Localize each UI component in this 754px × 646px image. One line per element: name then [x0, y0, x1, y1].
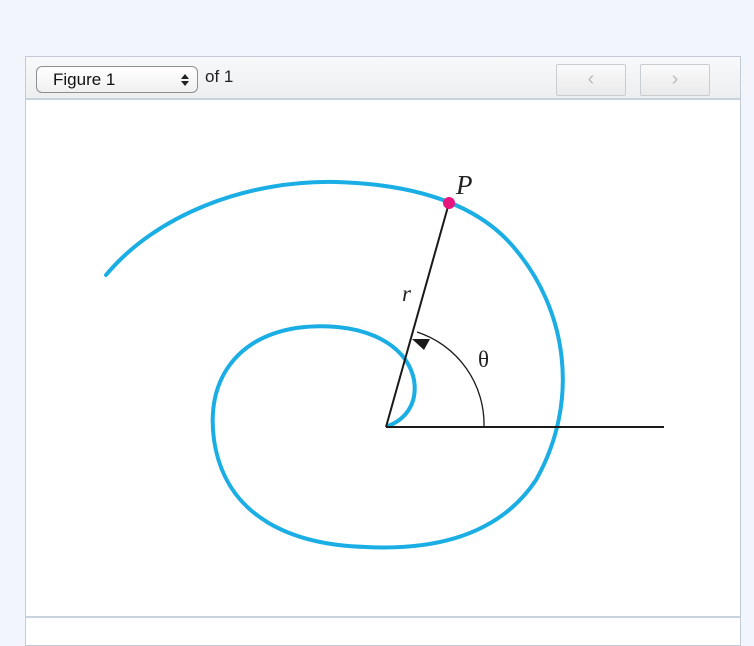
angle-theta-label: θ [478, 347, 489, 372]
chevron-left-icon: ‹ [587, 68, 595, 90]
angle-arc [416, 331, 485, 428]
figure-select[interactable]: Figure 1 [36, 66, 198, 93]
figure-viewer: Figure 1 of 1 ‹ › P r θ [25, 56, 741, 646]
previous-figure-button[interactable]: ‹ [556, 64, 626, 96]
point-p-label: P [455, 170, 473, 200]
point-p-marker [443, 197, 455, 209]
radius-line [385, 202, 450, 428]
figure-select-value: Figure 1 [53, 70, 116, 89]
bottom-divider [26, 616, 740, 618]
figure-toolbar: Figure 1 of 1 ‹ › [26, 57, 740, 100]
figure-count: of 1 [205, 67, 234, 86]
chevron-right-icon: › [671, 68, 679, 90]
polar-spiral-figure: P r θ [104, 170, 664, 550]
spiral-curve [104, 179, 565, 550]
select-arrows-icon [181, 74, 189, 86]
angle-arrowhead [412, 339, 430, 350]
next-figure-button[interactable]: › [640, 64, 710, 96]
radius-label: r [402, 281, 412, 306]
figure-content: P r θ [26, 100, 740, 616]
